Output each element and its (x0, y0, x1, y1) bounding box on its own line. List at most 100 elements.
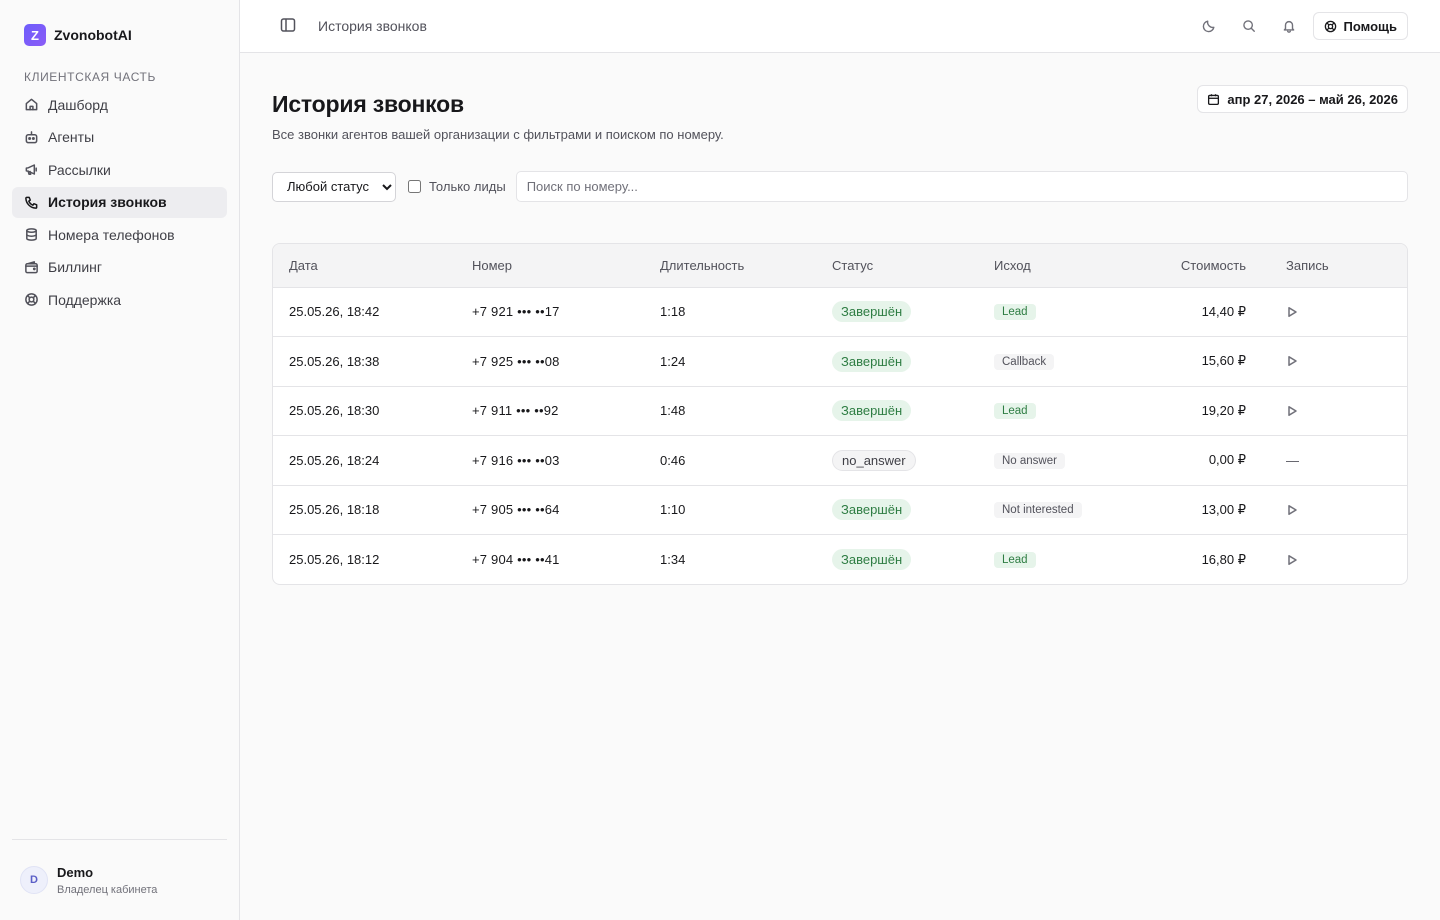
sidebar-item-2[interactable]: Рассылки (12, 154, 227, 185)
cell-number: +7 916 ••• ••03 (472, 452, 560, 468)
page-subtitle: Все звонки агентов вашей организации с ф… (272, 127, 724, 142)
moon-icon (1202, 20, 1215, 33)
sidebar-item-label: Номера телефонов (48, 226, 175, 243)
cell-date: 25.05.26, 18:30 (289, 403, 380, 419)
search-button[interactable] (1229, 12, 1269, 40)
sidebar-item-label: Биллинг (48, 259, 103, 275)
play-recording-button[interactable] (1286, 498, 1314, 522)
status-badge: Завершён (832, 400, 912, 422)
cell-outcome: Lead (978, 287, 1130, 337)
outcome-tag: Callback (994, 353, 1055, 370)
table-row[interactable]: 25.05.26, 18:24 +7 916 ••• ••03 0:46 no_ans… (273, 435, 1407, 486)
status-badge: Завершён (832, 301, 912, 323)
theme-toggle-button[interactable] (1189, 12, 1229, 40)
search-icon (1242, 20, 1255, 32)
table-row[interactable]: 25.05.26, 18:42 +7 921 ••• ••17 1:18 Заверш… (273, 287, 1407, 337)
status-select[interactable]: Любой статус (272, 171, 396, 202)
sidebar-section-label: КЛИЕНТСКАЯ ЧАСТЬ (24, 70, 156, 84)
table-header-row: Дата Номер Длительность Статус Исход Сто… (273, 244, 1407, 287)
status-badge: Завершён (832, 350, 912, 372)
main: История звонков Помощь История звонков В… (240, 0, 1440, 920)
play-icon (1288, 306, 1297, 317)
cell-duration: 1:10 (660, 502, 686, 518)
cell-duration: 1:24 (660, 353, 686, 369)
cell-record (1270, 386, 1407, 436)
header-duration[interactable]: Длительность (644, 244, 816, 287)
user-menu[interactable]: D Demo Владелец кабинета (12, 839, 227, 920)
top-actions: Помощь (1189, 12, 1408, 40)
cell-date: 25.05.26, 18:38 (289, 353, 380, 369)
content: История звонков Все звонки агентов вашей… (240, 53, 1440, 585)
leads-only-label: Только лиды (429, 179, 506, 194)
status-badge: Завершён (832, 549, 912, 570)
phone-icon (25, 196, 38, 209)
cell-cost: 13,00 ₽ (1201, 501, 1246, 517)
help-button[interactable]: Помощь (1312, 12, 1408, 40)
page-title: История звонков (272, 91, 464, 117)
sidebar-toggle-icon[interactable] (280, 17, 296, 36)
cell-outcome: Lead (978, 535, 1130, 585)
outcome-tag: Not interested (994, 502, 1082, 519)
cell-outcome: Not interested (978, 485, 1130, 535)
bot-icon (25, 130, 38, 143)
date-range-label: апр 27, 2026 – май 26, 2026 (1227, 91, 1398, 107)
cell-status: Завершён (816, 386, 978, 436)
cell-number: +7 925 ••• ••08 (472, 353, 560, 369)
avatar: D (20, 866, 48, 894)
header-outcome[interactable]: Исход (978, 244, 1130, 287)
leads-only-checkbox[interactable] (408, 180, 421, 193)
header-status[interactable]: Статус (816, 244, 978, 287)
outcome-tag: Lead (994, 403, 1036, 420)
cell-duration: 1:34 (660, 552, 686, 567)
cell-status: no_answer (816, 436, 978, 486)
sidebar-item-5[interactable]: Биллинг (12, 252, 227, 283)
cell-cost: 0,00 ₽ (1208, 452, 1246, 468)
notifications-button[interactable] (1269, 12, 1309, 40)
header-number[interactable]: Номер (456, 244, 644, 287)
play-icon (1288, 356, 1297, 367)
breadcrumb: История звонков (318, 18, 427, 34)
play-recording-button[interactable] (1286, 548, 1314, 572)
date-range-picker[interactable]: апр 27, 2026 – май 26, 2026 (1197, 85, 1408, 113)
cell-duration: 1:18 (660, 304, 686, 320)
phone-search-input[interactable] (515, 171, 1408, 202)
page-header: История звонков Все звонки агентов вашей… (272, 53, 1408, 171)
wallet-icon (25, 260, 38, 273)
sidebar-item-0[interactable]: Дашборд (12, 89, 227, 120)
cell-record (1270, 485, 1407, 535)
cell-date: 25.05.26, 18:24 (289, 452, 380, 468)
sidebar-item-6[interactable]: Поддержка (12, 284, 227, 315)
header-date[interactable]: Дата (273, 244, 456, 287)
sidebar-item-3[interactable]: История звонков (12, 186, 227, 218)
cell-outcome: No answer (978, 436, 1130, 486)
cell-status: Завершён (816, 535, 978, 585)
calendar-icon (1208, 93, 1220, 105)
sidebar-item-1[interactable]: Агенты (12, 122, 227, 153)
cell-cost: 15,60 ₽ (1201, 353, 1246, 369)
sidebar-item-label: История звонков (48, 194, 167, 210)
header-record: Запись (1286, 257, 1329, 273)
sidebar-item-4[interactable]: Номера телефонов (12, 219, 227, 250)
table-row[interactable]: 25.05.26, 18:18 +7 905 ••• ••64 1:10 Заверш… (273, 485, 1407, 535)
play-recording-button[interactable] (1286, 300, 1314, 324)
lifebuoy-icon (25, 293, 38, 306)
filters-bar: Любой статус Только лиды (272, 171, 1408, 202)
brand[interactable]: Z ZvonobotAI (12, 18, 227, 52)
leads-only-toggle[interactable]: Только лиды (408, 179, 506, 194)
cell-record (1270, 535, 1407, 585)
home-icon (25, 98, 38, 111)
table-row[interactable]: 25.05.26, 18:38 +7 925 ••• ••08 1:24 Заверш… (273, 336, 1407, 387)
cell-record (1270, 337, 1407, 387)
header-cost[interactable]: Стоимость (1130, 244, 1270, 287)
play-recording-button[interactable] (1286, 349, 1314, 373)
table-row[interactable]: 25.05.26, 18:12 +7 904 ••• ••41 1:34 Заверш… (273, 534, 1407, 585)
topbar: История звонков Помощь (240, 0, 1440, 53)
cell-duration: 1:48 (660, 403, 686, 419)
outcome-tag: Lead (994, 304, 1036, 321)
lifebuoy-icon (1324, 20, 1336, 32)
user-name: Demo (57, 864, 94, 880)
cell-outcome: Callback (978, 337, 1130, 387)
sidebar-item-label: Рассылки (48, 161, 111, 178)
play-recording-button[interactable] (1286, 399, 1314, 423)
table-row[interactable]: 25.05.26, 18:30 +7 911 ••• ••92 1:48 Заверш… (273, 386, 1407, 436)
